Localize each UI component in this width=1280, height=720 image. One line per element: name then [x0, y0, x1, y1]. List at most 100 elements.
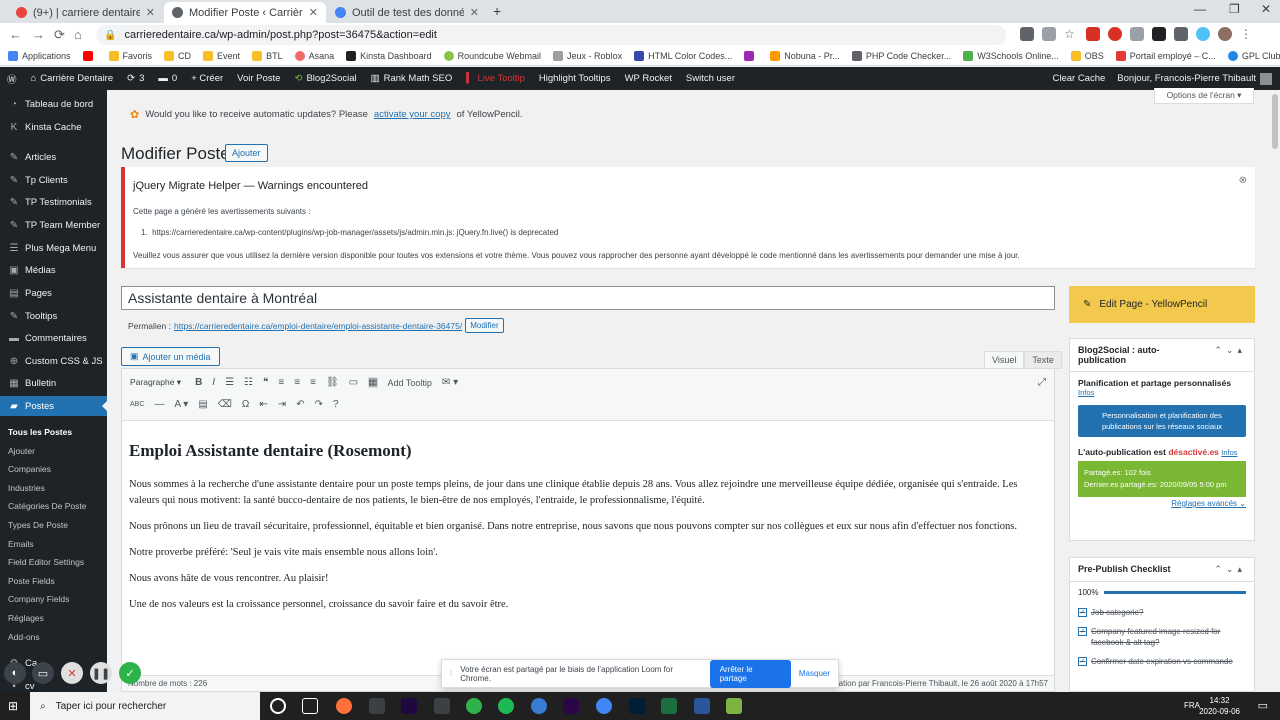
bookmark-item[interactable]: Roundcube Webmail — [443, 51, 541, 61]
postbox-arrows-icon[interactable]: ⌃⌄▴ — [1214, 345, 1246, 365]
loom-finish-icon[interactable]: ✓ — [119, 662, 141, 684]
italic-icon[interactable]: I — [212, 377, 215, 388]
submenu-reglages[interactable]: Réglages — [8, 613, 44, 623]
yellowpencil-edit-button[interactable]: ✎ Edit Page - YellowPencil — [1069, 286, 1255, 323]
submenu-industries[interactable]: Industries — [8, 483, 45, 493]
new-content-link[interactable]: + Créer — [191, 73, 223, 84]
clear-cache-link[interactable]: Clear Cache — [1052, 73, 1105, 84]
sidebar-item-bulletin[interactable]: ▦ Bulletin — [0, 373, 107, 393]
align-right-icon[interactable]: ≡ — [310, 377, 316, 388]
loom-camera-icon[interactable]: ▭ — [32, 662, 54, 684]
b2s-schedule-button[interactable]: Personnalisation et planification des pu… — [1078, 405, 1246, 437]
bookmark-item[interactable]: Applications — [8, 51, 71, 61]
blue-app-icon[interactable] — [531, 698, 547, 714]
new-tab-button[interactable]: + — [493, 3, 501, 19]
submenu-emails[interactable]: Emails — [8, 539, 34, 549]
bookmark-item[interactable]: Nobuna - Pr... — [770, 51, 840, 61]
checklist-item[interactable]: ✓ Company featured image resized for face… — [1070, 622, 1254, 652]
back-icon[interactable]: ← — [9, 27, 22, 42]
sidebar-item-kinsta[interactable]: K Kinsta Cache — [0, 117, 107, 137]
close-tab-icon[interactable]: ✕ — [309, 6, 318, 19]
edit-permalink-button[interactable]: Modifier — [465, 318, 504, 333]
strikethrough-icon[interactable]: ABC — [130, 401, 144, 408]
comments-link[interactable]: ▬ 0 — [158, 73, 177, 84]
word-icon[interactable] — [694, 698, 710, 714]
loom-avatar-icon[interactable]: ◐ — [4, 662, 26, 684]
editor-content[interactable]: Emploi Assistante dentaire (Rosemont) No… — [129, 429, 1039, 623]
explorer-icon[interactable] — [369, 698, 385, 714]
restore-icon[interactable]: ❐ — [1229, 2, 1240, 16]
scrollbar-thumb[interactable] — [1272, 94, 1278, 149]
wordpress-logo-icon[interactable]: Ⓦ — [7, 72, 17, 86]
taskbar-clock[interactable]: 14:32 2020-09-06 — [1199, 695, 1240, 717]
toolbar-toggle-icon[interactable]: ▦ — [368, 377, 378, 388]
checkbox[interactable]: ✓ — [1078, 608, 1087, 617]
browser-tab-1[interactable]: (9+) | carriere dentaire ✕ — [8, 2, 163, 23]
sidebar-item-mega-menu[interactable]: ☰ Plus Mega Menu — [0, 238, 107, 258]
windows-start-icon[interactable]: ⊞ — [8, 699, 18, 713]
email-icon[interactable]: ✉ ▾ — [442, 377, 458, 388]
help-icon[interactable]: ? — [333, 399, 339, 410]
loom-pause-icon[interactable]: ❚❚ — [90, 662, 112, 684]
submenu-ajouter[interactable]: Ajouter — [8, 446, 35, 456]
bookmark-item[interactable]: GPL Clubs — [1227, 51, 1280, 61]
sidebar-item-comments[interactable]: ▬ Commentaires — [0, 328, 107, 348]
share-icon[interactable] — [1042, 27, 1056, 41]
indent-icon[interactable]: ⇥ — [278, 399, 286, 410]
redo-icon[interactable]: ↷ — [315, 399, 323, 410]
submenu-addons[interactable]: Add-ons — [8, 632, 40, 642]
view-post-link[interactable]: Voir Poste — [237, 73, 280, 84]
close-window-icon[interactable]: ✕ — [1261, 2, 1271, 16]
align-center-icon[interactable]: ≡ — [294, 377, 300, 388]
submenu-company-fields[interactable]: Company Fields — [8, 594, 69, 604]
bookmark-item[interactable]: HTML Color Codes... — [634, 51, 732, 61]
link-icon[interactable]: ⛓ — [326, 377, 339, 388]
language-indicator[interactable]: FRA — [1184, 701, 1200, 710]
submenu-tous-les-postes[interactable]: Tous les Postes — [8, 427, 72, 437]
page-scrollbar[interactable] — [1270, 90, 1280, 692]
close-tab-icon[interactable]: ✕ — [470, 6, 479, 19]
bookmark-item[interactable] — [744, 51, 758, 61]
bookmark-item[interactable]: Asana — [294, 51, 334, 61]
checkbox[interactable]: ✓ — [1078, 657, 1087, 666]
permalink-link[interactable]: https://carrieredentaire.ca/emploi-denta… — [174, 321, 462, 331]
stop-sharing-button[interactable]: Arrêter le partage — [709, 659, 791, 688]
photoshop-icon[interactable] — [629, 698, 645, 714]
abp-icon[interactable] — [1086, 27, 1100, 41]
minimize-icon[interactable]: — — [1194, 2, 1206, 16]
extension-gray-icon[interactable] — [1130, 27, 1144, 41]
sidebar-item-medias[interactable]: ▣ Médias — [0, 260, 107, 280]
tab-text[interactable]: Texte — [1024, 351, 1062, 369]
add-new-button[interactable]: Ajouter — [225, 144, 268, 162]
sidebar-item-postes[interactable]: ▰ Postes — [0, 396, 107, 416]
browser-tab-2[interactable]: Modifier Poste ‹ Carrière Dentaire ✕ — [164, 2, 326, 23]
bold-icon[interactable]: B — [195, 377, 202, 388]
live-tooltip-link[interactable]: ▍ Live Tooltip — [466, 73, 525, 84]
horizontal-line-icon[interactable]: — — [154, 399, 164, 410]
spotify-icon[interactable] — [498, 698, 514, 714]
b2s-advanced-link[interactable]: Réglages avancés ⌄ — [1070, 497, 1254, 508]
b2s-status-info-link[interactable]: Infos — [1221, 448, 1237, 457]
submenu-companies[interactable]: Companies — [8, 464, 51, 474]
bookmark-item[interactable]: CD — [164, 51, 191, 61]
forward-icon[interactable]: → — [32, 27, 45, 42]
bookmark-item[interactable]: PHP Code Checker... — [851, 51, 951, 61]
extension-red-icon[interactable] — [1108, 27, 1122, 41]
outdent-icon[interactable]: ⇤ — [259, 399, 267, 410]
counter-extension-icon[interactable] — [1152, 27, 1166, 41]
url-bar[interactable]: 🔒 carrieredentaire.ca/wp-admin/post.php?… — [96, 25, 1006, 45]
blockquote-icon[interactable]: ❝ — [263, 377, 268, 388]
b2s-info-link[interactable]: Infos — [1070, 388, 1254, 397]
home-icon[interactable]: ⌂ — [74, 27, 82, 42]
drag-handle-icon[interactable]: ⁞ — [450, 669, 452, 678]
align-left-icon[interactable]: ≡ — [278, 377, 284, 388]
premiere-icon[interactable] — [563, 698, 579, 714]
bookmark-item[interactable]: Favoris — [108, 51, 152, 61]
checkbox[interactable]: ✓ — [1078, 627, 1087, 636]
loom-cancel-icon[interactable]: ✕ — [61, 662, 83, 684]
undo-icon[interactable]: ↶ — [296, 399, 304, 410]
star-icon[interactable]: ☆ — [1064, 27, 1078, 41]
activate-copy-link[interactable]: activate your copy — [374, 109, 451, 120]
highlight-tooltips-link[interactable]: Highlight Tooltips — [539, 73, 611, 84]
post-title-input[interactable]: Assistante dentaire à Montréal — [121, 286, 1055, 310]
